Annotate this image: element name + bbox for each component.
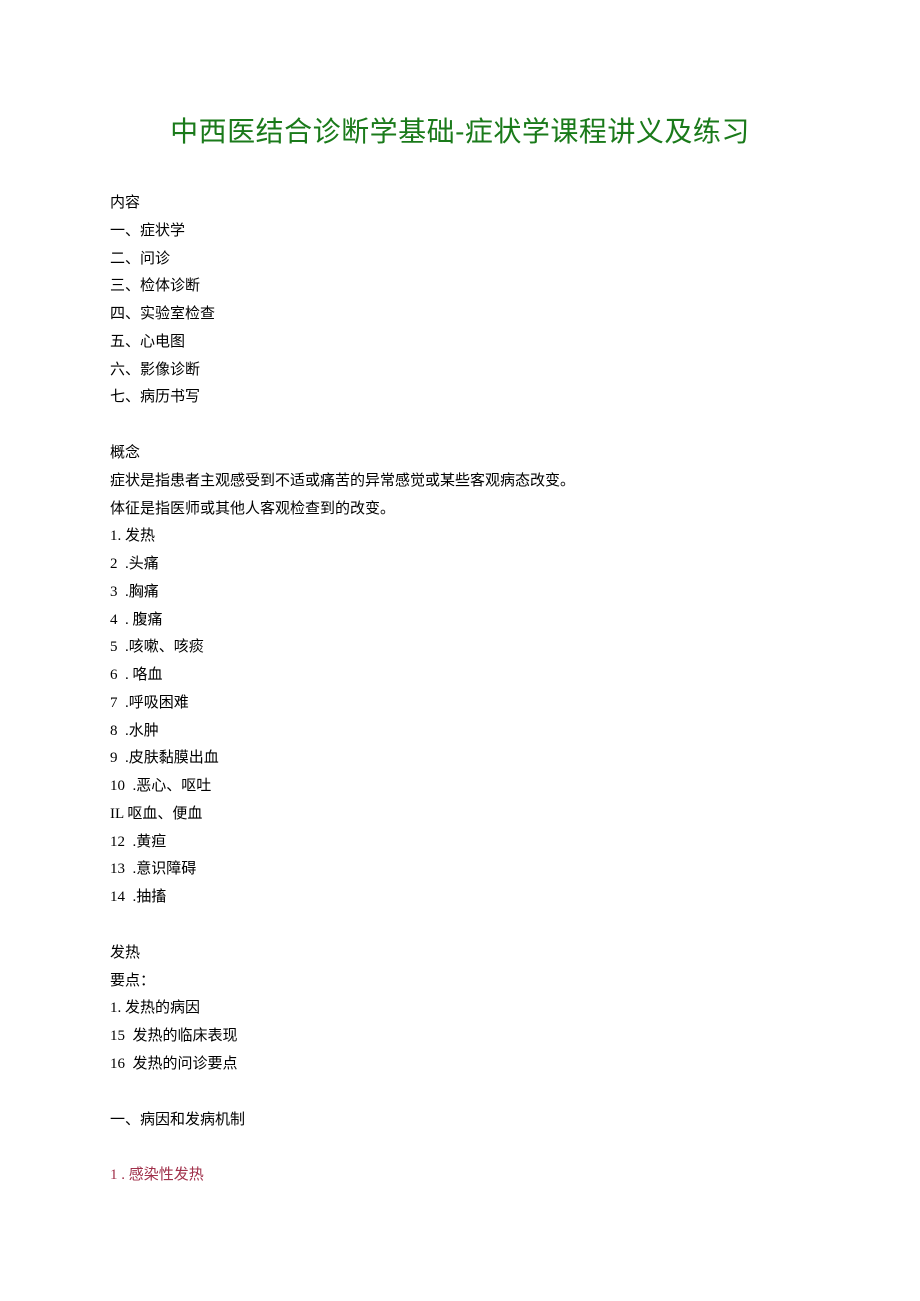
list-item: 13 .意识障碍 xyxy=(110,856,810,884)
section-heading: 内容 xyxy=(110,190,810,218)
list-item: 1. 发热 xyxy=(110,523,810,551)
list-item: 8 .水肿 xyxy=(110,718,810,746)
toc-item: 三、检体诊断 xyxy=(110,273,810,301)
section-heading: 1 . 感染性发热 xyxy=(110,1162,810,1190)
list-item: 6 . 咯血 xyxy=(110,662,810,690)
list-item: 12 .黄疸 xyxy=(110,829,810,857)
toc-item: 七、病历书写 xyxy=(110,384,810,412)
document-page: 中西医结合诊断学基础-症状学课程讲义及练习 内容 一、症状学 二、问诊 三、检体… xyxy=(0,0,920,1278)
list-item: 5 .咳嗽、咳痰 xyxy=(110,634,810,662)
list-item: 16 发热的问诊要点 xyxy=(110,1051,810,1079)
body-text: 体征是指医师或其他人客观检查到的改变。 xyxy=(110,496,810,524)
section-heading: 一、病因和发病机制 xyxy=(110,1107,810,1135)
list-item: 4 . 腹痛 xyxy=(110,607,810,635)
section-infectious: 1 . 感染性发热 xyxy=(110,1162,810,1190)
toc-item: 六、影像诊断 xyxy=(110,357,810,385)
toc-item: 五、心电图 xyxy=(110,329,810,357)
section-heading: 发热 xyxy=(110,940,810,968)
document-title: 中西医结合诊断学基础-症状学课程讲义及练习 xyxy=(110,110,810,150)
list-item: 10 .恶心、呕吐 xyxy=(110,773,810,801)
list-item: 3 .胸痛 xyxy=(110,579,810,607)
body-text: 要点： xyxy=(110,968,810,996)
list-item: 1. 发热的病因 xyxy=(110,995,810,1023)
toc-item: 四、实验室检查 xyxy=(110,301,810,329)
section-concept: 概念 症状是指患者主观感受到不适或痛苦的异常感觉或某些客观病态改变。 体征是指医… xyxy=(110,440,810,912)
section-fever: 发热 要点： 1. 发热的病因 15 发热的临床表现 16 发热的问诊要点 xyxy=(110,940,810,1079)
list-item: 7 .呼吸困难 xyxy=(110,690,810,718)
section-heading: 概念 xyxy=(110,440,810,468)
section-contents: 内容 一、症状学 二、问诊 三、检体诊断 四、实验室检查 五、心电图 六、影像诊… xyxy=(110,190,810,412)
body-text: 症状是指患者主观感受到不适或痛苦的异常感觉或某些客观病态改变。 xyxy=(110,468,810,496)
list-item: 15 发热的临床表现 xyxy=(110,1023,810,1051)
list-item: 14 .抽搐 xyxy=(110,884,810,912)
list-item: 9 .皮肤黏膜出血 xyxy=(110,745,810,773)
toc-item: 二、问诊 xyxy=(110,246,810,274)
list-item: 2 .头痛 xyxy=(110,551,810,579)
section-etiology: 一、病因和发病机制 xyxy=(110,1107,810,1135)
toc-item: 一、症状学 xyxy=(110,218,810,246)
list-item: IL 呕血、便血 xyxy=(110,801,810,829)
